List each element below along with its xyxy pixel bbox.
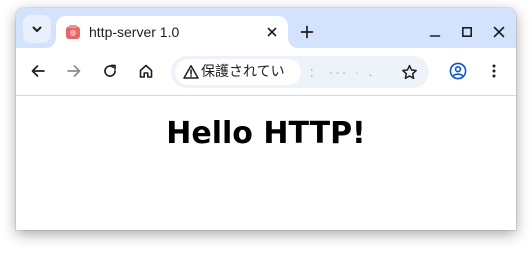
forward-button[interactable] — [61, 58, 87, 84]
profile-icon — [449, 62, 467, 80]
minimize-button[interactable] — [423, 20, 447, 44]
plus-icon — [300, 25, 314, 39]
maximize-icon — [461, 26, 472, 37]
star-icon — [401, 64, 417, 79]
tab-title: http-server 1.0 — [89, 24, 180, 40]
reload-button[interactable] — [97, 58, 123, 84]
close-window-button[interactable] — [487, 20, 511, 44]
url-text: ： ‐‐‐ · ． — [309, 67, 382, 79]
maximize-button[interactable] — [455, 20, 479, 44]
arrow-right-icon — [67, 65, 81, 77]
tab-close-button[interactable] — [262, 22, 282, 42]
chevron-down-icon — [32, 26, 42, 32]
reload-icon — [104, 64, 116, 77]
site-security-chip[interactable]: 保護されてい — [175, 59, 301, 85]
close-icon — [493, 26, 505, 38]
home-button[interactable] — [133, 58, 159, 84]
http-server-favicon-icon — [66, 25, 80, 39]
active-tab[interactable]: http-server 1.0 — [56, 16, 288, 48]
browser-toolbar: 保護されてい ： ‐‐‐ · ． — [16, 48, 516, 96]
minimize-icon — [429, 35, 441, 37]
tab-strip: http-server 1.0 — [16, 8, 516, 48]
back-button[interactable] — [25, 58, 51, 84]
warning-triangle-icon — [183, 65, 199, 79]
new-tab-button[interactable] — [295, 20, 319, 44]
bookmark-button[interactable] — [399, 62, 419, 82]
more-vert-icon — [492, 64, 496, 78]
menu-button[interactable] — [481, 58, 507, 84]
close-icon — [267, 27, 277, 37]
arrow-left-icon — [31, 65, 45, 77]
page-heading: Hello HTTP! — [166, 116, 366, 151]
security-status-label: 保護されてい — [201, 64, 285, 80]
page-content: Hello HTTP! — [16, 96, 516, 230]
browser-window: http-server 1.0 保護されてい ： ‐‐‐ · ． Hello H… — [16, 8, 516, 230]
profile-button[interactable] — [445, 58, 471, 84]
address-bar[interactable]: 保護されてい ： ‐‐‐ · ． — [171, 56, 429, 88]
home-icon — [139, 64, 153, 78]
